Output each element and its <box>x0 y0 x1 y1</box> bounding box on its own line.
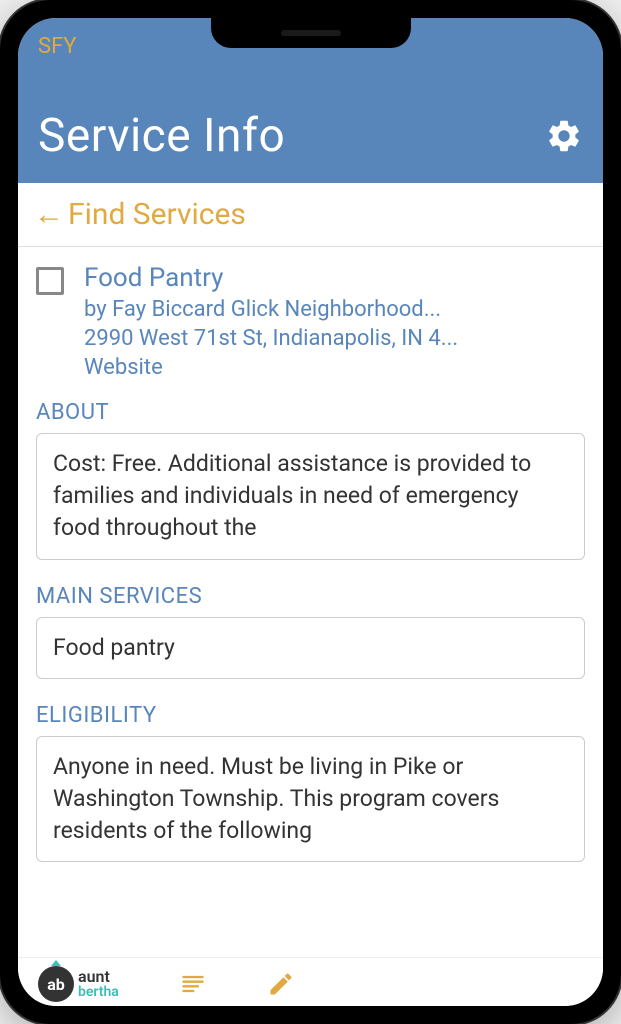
about-text: Cost: Free. Additional assistance is pro… <box>36 433 585 560</box>
screen: SFY Service Info ← Find Services Food Pa… <box>18 18 603 1006</box>
list-icon[interactable] <box>179 970 207 998</box>
logo-circle-icon: ab <box>38 966 74 1002</box>
logo-text-aunt: aunt <box>78 969 119 985</box>
about-section: ABOUT Cost: Free. Additional assistance … <box>36 400 585 560</box>
page-title: Service Info <box>38 109 285 163</box>
main-services-section: MAIN SERVICES Food pantry <box>36 584 585 679</box>
aunt-bertha-logo[interactable]: ab aunt bertha <box>38 966 119 1002</box>
service-header: Food Pantry by Fay Biccard Glick Neighbo… <box>36 263 585 380</box>
about-label: ABOUT <box>36 400 585 425</box>
eligibility-text: Anyone in need. Must be living in Pike o… <box>36 736 585 863</box>
back-button[interactable]: ← Find Services <box>18 183 603 247</box>
eligibility-section: ELIGIBILITY Anyone in need. Must be livi… <box>36 703 585 863</box>
service-provider[interactable]: by Fay Biccard Glick Neighborhood... <box>84 297 585 322</box>
service-title[interactable]: Food Pantry <box>84 263 585 293</box>
eligibility-label: ELIGIBILITY <box>36 703 585 728</box>
service-checkbox[interactable] <box>36 267 64 295</box>
logo-text-bertha: bertha <box>78 985 119 999</box>
content-area: Food Pantry by Fay Biccard Glick Neighbo… <box>18 247 603 957</box>
phone-notch <box>211 18 411 48</box>
website-link[interactable]: Website <box>84 355 585 380</box>
back-arrow-icon: ← <box>34 197 64 232</box>
back-label: Find Services <box>68 197 246 232</box>
main-services-text: Food pantry <box>36 617 585 679</box>
gear-icon[interactable] <box>545 117 583 155</box>
phone-frame: SFY Service Info ← Find Services Food Pa… <box>0 0 621 1024</box>
pencil-icon[interactable] <box>267 970 295 998</box>
main-services-label: MAIN SERVICES <box>36 584 585 609</box>
service-address[interactable]: 2990 West 71st St, Indianapolis, IN 4... <box>84 326 585 351</box>
bottom-nav: ab aunt bertha <box>18 957 603 1006</box>
